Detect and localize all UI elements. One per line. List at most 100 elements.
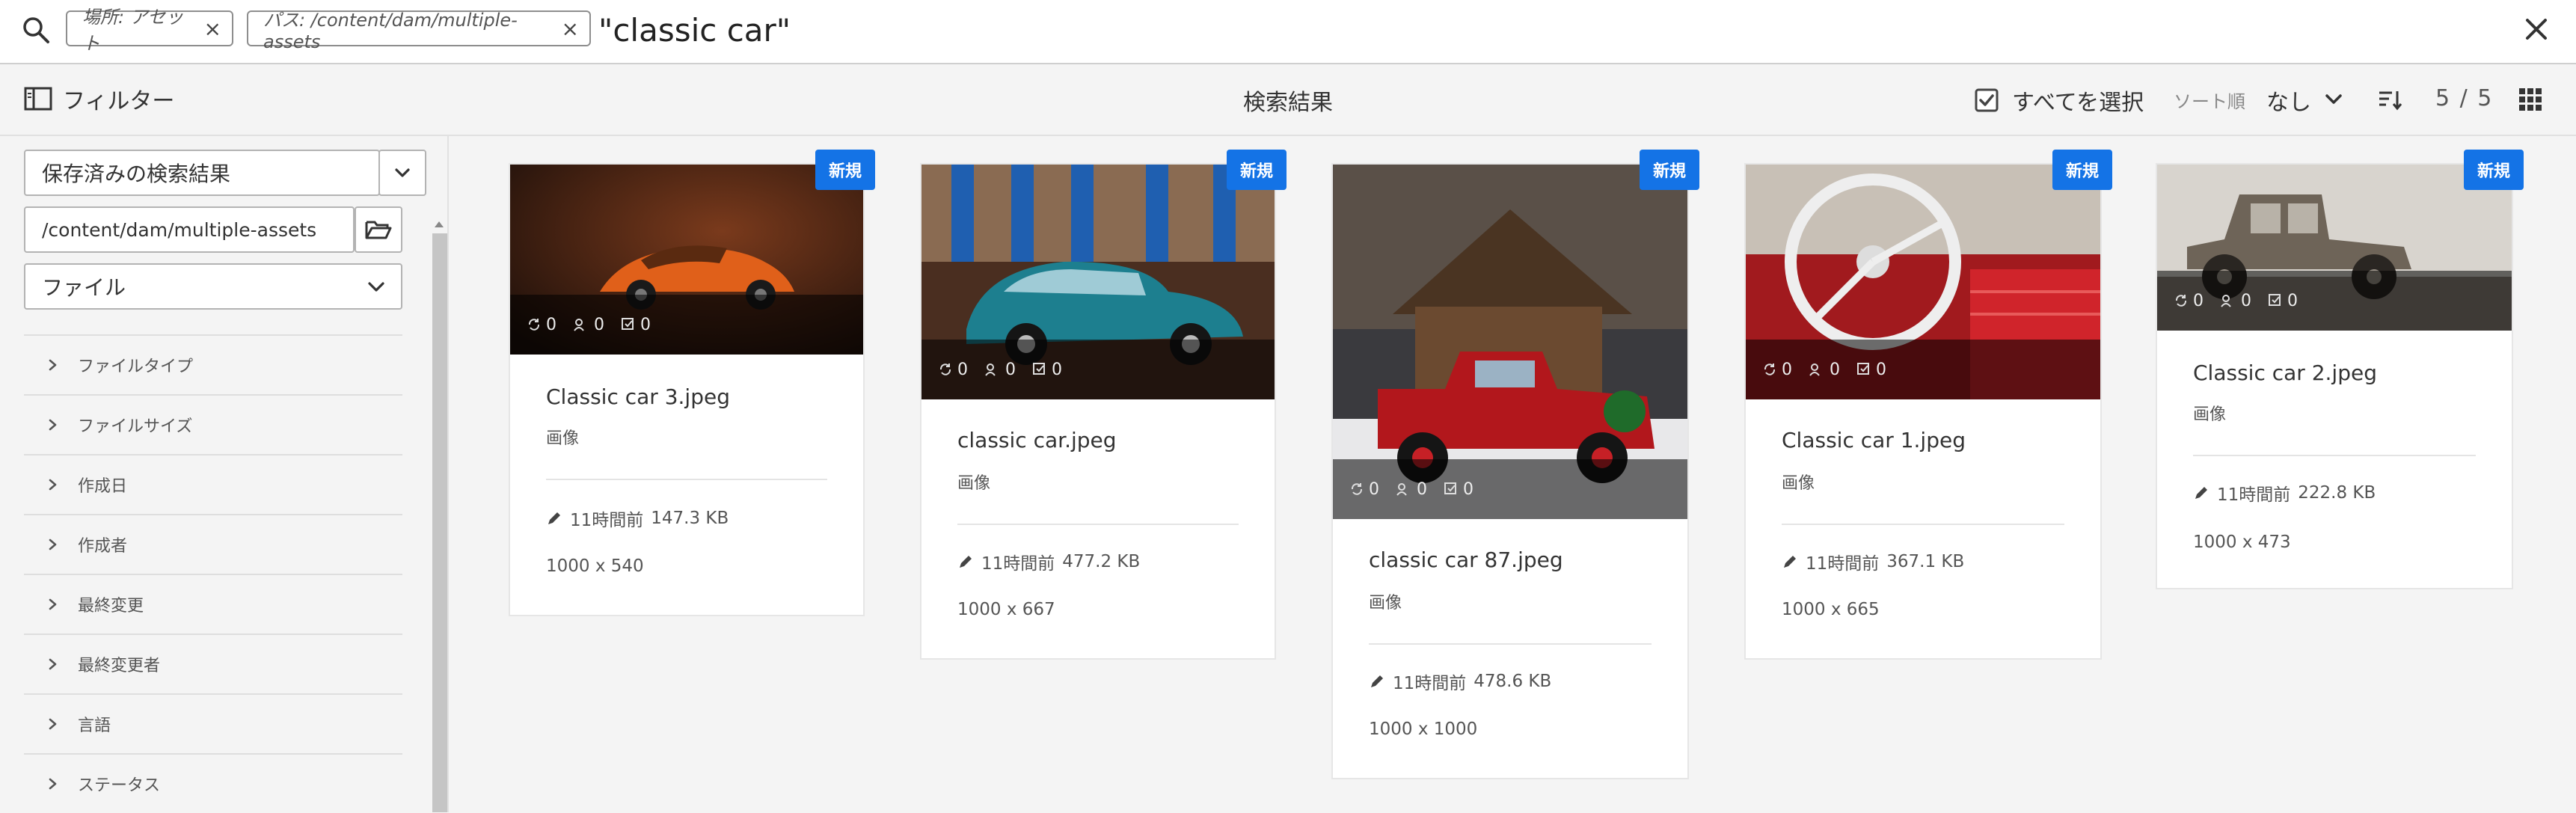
tag-close-icon[interactable]: × bbox=[204, 16, 221, 41]
pencil-icon bbox=[2195, 487, 2207, 499]
asset-modified: 11時間前 bbox=[981, 554, 1055, 574]
facet-created-date[interactable]: 作成日 bbox=[24, 454, 402, 514]
chevron-right-icon bbox=[49, 718, 57, 730]
divider bbox=[1369, 643, 1652, 645]
asset-modified: 11時間前 bbox=[1393, 674, 1467, 693]
rail-scrollbar-thumb[interactable] bbox=[432, 233, 447, 812]
new-badge: 新規 bbox=[2464, 150, 2524, 190]
pencil-icon bbox=[960, 556, 972, 568]
tasks-icon bbox=[622, 318, 634, 330]
sync-stat: 0 bbox=[938, 361, 968, 379]
divider bbox=[2193, 455, 2476, 456]
sort-direction-icon[interactable] bbox=[2377, 87, 2402, 112]
path-browse-button[interactable] bbox=[355, 206, 402, 253]
asset-dimensions: 1000 x 665 bbox=[1782, 600, 1880, 619]
search-icon[interactable] bbox=[21, 15, 51, 45]
facet-label: ファイルタイプ bbox=[78, 358, 194, 376]
asset-modified-line: 11時間前 477.2 KB bbox=[957, 549, 1140, 574]
asset-modified: 11時間前 bbox=[2217, 485, 2291, 505]
sync-stat: 0 bbox=[2174, 292, 2204, 310]
asset-size: 147.3 KB bbox=[651, 509, 729, 528]
new-badge: 新規 bbox=[2052, 150, 2112, 190]
asset-card[interactable]: 0 0 0 新規 classic car.jpeg 画像 11時間前 477.2… bbox=[920, 150, 1287, 660]
facet-label: ステータス bbox=[78, 776, 161, 795]
card-view-icon[interactable] bbox=[2518, 87, 2543, 112]
sync-count: 0 bbox=[2193, 291, 2204, 310]
sort-dropdown[interactable]: なし bbox=[2266, 84, 2311, 117]
sync-icon bbox=[939, 363, 951, 375]
comment-stat: 0 bbox=[2220, 292, 2251, 310]
new-badge: 新規 bbox=[815, 150, 875, 190]
chevron-down-icon[interactable] bbox=[2323, 90, 2344, 109]
comment-count: 0 bbox=[2241, 291, 2251, 310]
path-field[interactable]: /content/dam/multiple-assets bbox=[24, 206, 355, 253]
chevron-down-icon bbox=[395, 168, 410, 177]
asset-dimensions: 1000 x 540 bbox=[546, 556, 644, 576]
divider bbox=[546, 479, 827, 480]
facet-file-type[interactable]: ファイルタイプ bbox=[24, 334, 402, 394]
saved-search-dropdown-button[interactable] bbox=[378, 150, 426, 196]
asset-card[interactable]: 0 0 0 新規 Classic car 1.jpeg 画像 11時間前 367… bbox=[1744, 150, 2112, 660]
facet-last-modified[interactable]: 最終変更 bbox=[24, 574, 402, 633]
facet-label: 作成者 bbox=[78, 537, 128, 556]
rail-toggle-icon[interactable] bbox=[24, 87, 52, 111]
chevron-right-icon bbox=[49, 419, 57, 431]
facet-status[interactable]: ステータス bbox=[24, 753, 402, 813]
asset-type-select[interactable]: ファイル bbox=[24, 263, 402, 310]
sync-count: 0 bbox=[1782, 360, 1792, 379]
search-tag-location: 場所: アセット × bbox=[66, 7, 233, 54]
facet-label: 最終変更 bbox=[78, 597, 144, 616]
saved-search-select[interactable]: 保存済みの検索結果 bbox=[24, 150, 380, 196]
close-icon[interactable] bbox=[2519, 12, 2554, 46]
select-all-checkbox[interactable] bbox=[1975, 88, 1999, 112]
folder-icon bbox=[365, 221, 392, 239]
filter-toggle-label[interactable]: フィルター bbox=[63, 82, 174, 115]
asset-size: 367.1 KB bbox=[1886, 552, 1965, 571]
search-input[interactable]: "classic car" bbox=[598, 7, 791, 54]
tasks-icon bbox=[1444, 482, 1456, 494]
asset-card[interactable]: 0 0 0 新規 Classic car 2.jpeg 画像 11時間前 222… bbox=[2156, 150, 2524, 589]
comment-stat: 0 bbox=[573, 316, 604, 334]
asset-stats-bar: 0 0 0 bbox=[1333, 459, 1687, 519]
chevron-right-icon bbox=[49, 598, 57, 610]
comment-count: 0 bbox=[1417, 479, 1427, 499]
asset-modified: 11時間前 bbox=[1806, 554, 1880, 574]
chevron-down-icon bbox=[368, 282, 384, 292]
asset-modified-line: 11時間前 147.3 KB bbox=[546, 506, 729, 531]
tag-close-icon[interactable]: × bbox=[562, 16, 579, 41]
sync-count: 0 bbox=[1369, 479, 1379, 499]
asset-size: 222.8 KB bbox=[2298, 483, 2376, 503]
asset-dimensions: 1000 x 473 bbox=[2193, 533, 2291, 552]
comments-icon bbox=[1809, 363, 1820, 376]
new-badge: 新規 bbox=[1227, 150, 1287, 190]
pencil-icon bbox=[1784, 556, 1796, 568]
task-count: 0 bbox=[1052, 360, 1062, 379]
asset-title: classic car 87.jpeg bbox=[1369, 547, 1563, 572]
task-count: 0 bbox=[2287, 291, 2298, 310]
asset-stats-bar: 0 0 0 bbox=[1746, 340, 2100, 399]
select-all-label[interactable]: すべてを選択 bbox=[2012, 84, 2144, 117]
divider bbox=[1782, 524, 2064, 525]
asset-title: Classic car 1.jpeg bbox=[1782, 428, 1966, 452]
asset-modified-line: 11時間前 222.8 KB bbox=[2193, 480, 2376, 506]
asset-stats-bar: 0 0 0 bbox=[921, 340, 1275, 399]
sync-count: 0 bbox=[546, 315, 556, 334]
facet-file-size[interactable]: ファイルサイズ bbox=[24, 394, 402, 454]
asset-modified-line: 11時間前 478.6 KB bbox=[1369, 669, 1551, 694]
comment-count: 0 bbox=[594, 315, 604, 334]
facet-last-modified-by[interactable]: 最終変更者 bbox=[24, 633, 402, 693]
asset-size: 477.2 KB bbox=[1062, 552, 1141, 571]
chevron-right-icon bbox=[49, 359, 57, 371]
sync-stat: 0 bbox=[527, 316, 556, 334]
task-stat: 0 bbox=[1444, 480, 1473, 499]
tasks-icon bbox=[1033, 363, 1045, 375]
facet-created-by[interactable]: 作成者 bbox=[24, 514, 402, 574]
pencil-icon bbox=[548, 512, 560, 524]
chevron-right-icon bbox=[49, 658, 57, 670]
facet-label: ファイルサイズ bbox=[78, 417, 193, 436]
facet-language[interactable]: 言語 bbox=[24, 693, 402, 753]
task-count: 0 bbox=[1876, 360, 1886, 379]
asset-card[interactable]: 0 0 0 新規 Classic car 3.jpeg 画像 11時間前 147… bbox=[509, 150, 875, 616]
asset-card[interactable]: 0 0 0 新規 classic car 87.jpeg 画像 11時間前 47… bbox=[1331, 150, 1699, 779]
sync-stat: 0 bbox=[1349, 480, 1379, 499]
